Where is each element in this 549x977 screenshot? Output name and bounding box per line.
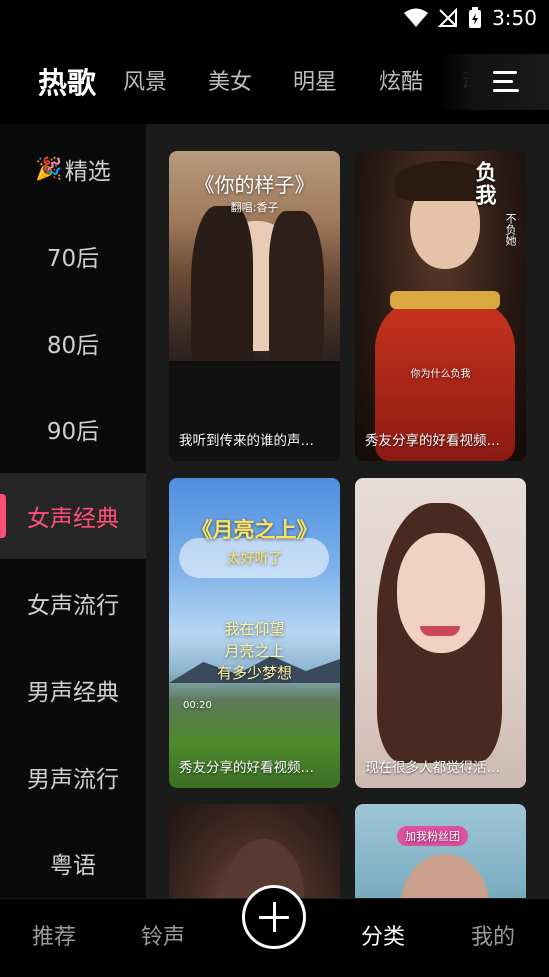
- top-tab-bar: 热歌 风景 美女 明星 炫酷 动: [0, 40, 549, 124]
- party-popper-icon: 🎉: [35, 156, 63, 182]
- video-caption: 秀友分享的好看视频…: [365, 433, 500, 449]
- sidebar-item-90s[interactable]: 90后: [0, 386, 146, 472]
- video-caption: 我听到传来的谁的声…: [179, 433, 314, 449]
- sidebar-item-label: 80后: [46, 333, 100, 359]
- video-thumbnail: [355, 478, 526, 788]
- overlay-title: 《你的样子》: [194, 173, 315, 197]
- video-thumbnail: [169, 804, 340, 898]
- video-card[interactable]: 负我 不负她 你为什么负我 秀友分享的好看视频…: [355, 151, 526, 461]
- nav-mine[interactable]: 我的: [471, 919, 515, 951]
- overlay-title: 《月亮之上》: [191, 518, 318, 542]
- overlay-subtitle: 太好听了: [226, 551, 283, 567]
- sidebar-item-female-pop[interactable]: 女声流行: [0, 560, 146, 646]
- menu-button[interactable]: [439, 54, 549, 110]
- video-card[interactable]: 《月亮之上》 太好听了 我在仰望 月亮之上 有多少梦想 00:20 秀友分享的好…: [169, 478, 340, 788]
- tab-hot[interactable]: 热歌: [38, 60, 96, 102]
- video-thumbnail: [355, 804, 526, 898]
- sidebar-item-label: 精选: [64, 159, 111, 185]
- video-card[interactable]: 现在很多人都觉得活…: [355, 478, 526, 788]
- wifi-icon: [404, 8, 429, 27]
- video-grid: 《你的样子》 翻唱:香子 我听到传来的谁的声… 负我 不负她 你为什么负我 秀友…: [146, 124, 549, 898]
- fan-club-badge: 加我粉丝团: [397, 826, 468, 846]
- sidebar-item-label: 男声经典: [27, 680, 119, 706]
- sidebar-item-label: 90后: [46, 419, 100, 445]
- video-caption: 现在很多人都觉得活…: [365, 760, 500, 776]
- add-button[interactable]: [242, 885, 306, 949]
- no-signal-icon: [438, 8, 458, 27]
- menu-icon: [493, 71, 519, 93]
- sidebar-item-label: 70后: [46, 246, 100, 272]
- tab-stars[interactable]: 明星: [293, 64, 337, 96]
- video-card[interactable]: 加我粉丝团: [355, 804, 526, 898]
- sidebar-item-male-classic[interactable]: 男声经典: [0, 647, 146, 733]
- tab-scenery[interactable]: 风景: [123, 64, 167, 96]
- sidebar-item-featured[interactable]: 🎉 精选: [0, 126, 146, 212]
- overlay-title: 负我: [473, 161, 497, 207]
- sidebar-item-cantonese[interactable]: 粤语: [0, 820, 146, 906]
- sidebar-item-label: 粤语: [50, 853, 96, 879]
- tab-beauty[interactable]: 美女: [208, 64, 252, 96]
- lyric-line: 我在仰望: [224, 620, 285, 638]
- sidebar-item-male-pop[interactable]: 男声流行: [0, 734, 146, 820]
- video-card[interactable]: [169, 804, 340, 898]
- video-caption: 秀友分享的好看视频…: [179, 760, 314, 776]
- overlay-subtitle: 翻唱:香子: [230, 201, 279, 214]
- video-thumbnail: [355, 151, 526, 461]
- sidebar-item-80s[interactable]: 80后: [0, 300, 146, 386]
- lyric-line: 月亮之上: [224, 642, 285, 660]
- overlay-side-text: 不负她: [504, 213, 517, 246]
- sidebar-item-female-classic[interactable]: 女声经典: [0, 473, 146, 559]
- clock: 3:50: [492, 6, 537, 30]
- sidebar-item-70s[interactable]: 70后: [0, 213, 146, 299]
- overlay-subtitle: 你为什么负我: [410, 369, 471, 380]
- video-card[interactable]: 《你的样子》 翻唱:香子 我听到传来的谁的声…: [169, 151, 340, 461]
- lyric-line: 有多少梦想: [216, 664, 292, 682]
- nav-ringtone[interactable]: 铃声: [141, 919, 185, 951]
- battery-charging-icon: [469, 7, 482, 28]
- status-bar: 3:50: [0, 0, 549, 40]
- category-sidebar: 🎉 精选 70后 80后 90后 女声经典 女声流行 男声经典 男声流行 粤语: [0, 124, 146, 898]
- sidebar-item-label: 女声流行: [27, 593, 119, 619]
- nav-recommend[interactable]: 推荐: [32, 919, 76, 951]
- active-indicator: [0, 494, 6, 538]
- video-timestamp: 00:20: [183, 700, 212, 711]
- sidebar-item-label: 男声流行: [27, 767, 119, 793]
- tab-cool[interactable]: 炫酷: [379, 64, 423, 96]
- nav-category[interactable]: 分类: [361, 919, 405, 951]
- sidebar-item-label: 女声经典: [27, 506, 119, 532]
- bottom-nav: 推荐 铃声 分类 我的: [0, 885, 549, 977]
